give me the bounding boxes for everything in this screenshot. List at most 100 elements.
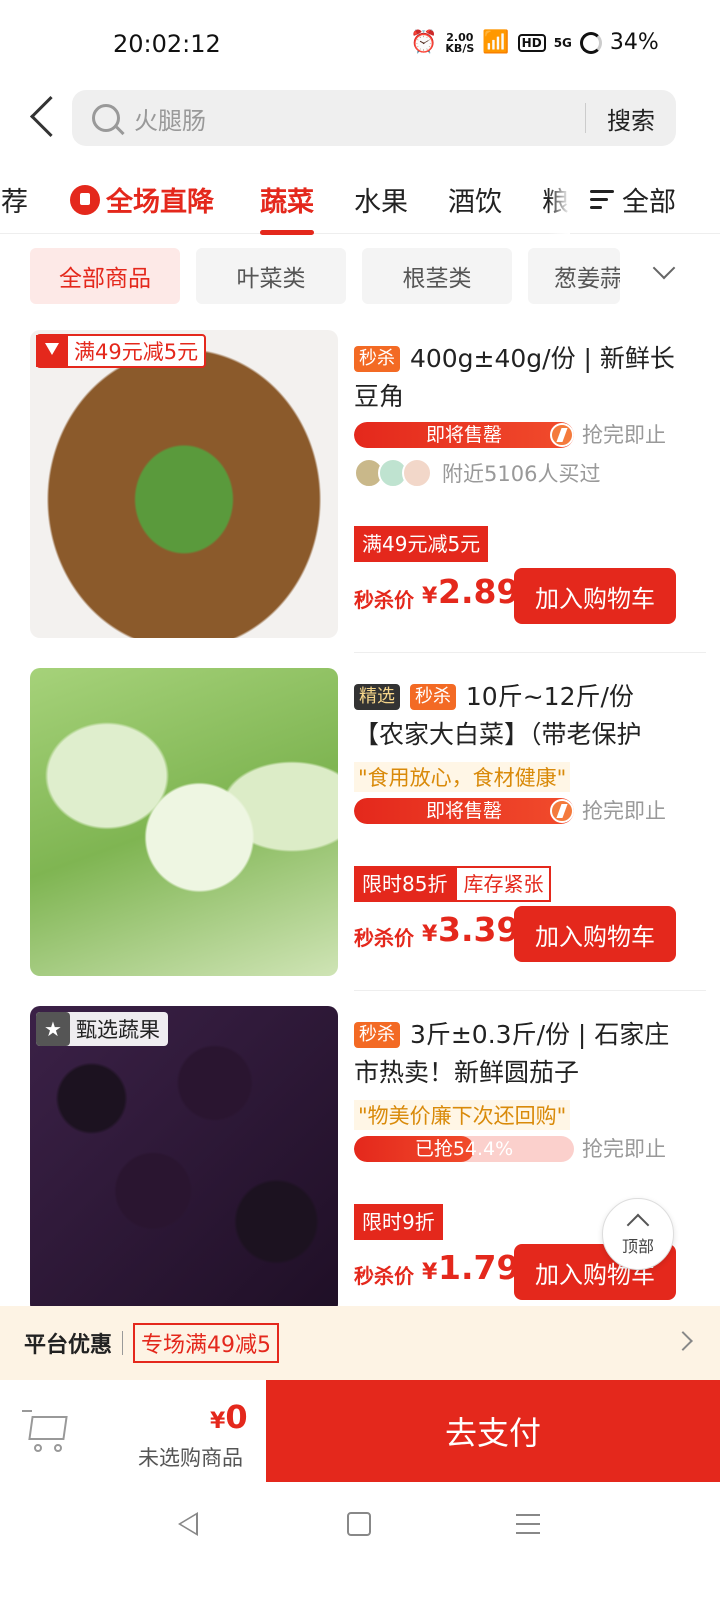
subcategory-chips: 全部商品 叶菜类 根茎类 葱姜蒜 <box>0 248 720 306</box>
wifi-icon: 📶 <box>482 30 510 55</box>
status-time: 20:02:12 <box>113 30 221 58</box>
nav-menu-icon[interactable] <box>516 1512 540 1536</box>
stock-progress: 已抢54.4% 抢完即止 <box>354 1136 676 1162</box>
tab-recommend[interactable]: 推荐 <box>0 180 28 219</box>
seckill-badge: 秒杀 <box>409 684 456 710</box>
avatar <box>402 458 432 488</box>
product-card[interactable]: 满49元减5元 秒杀 400g±40g/份 | 新鲜长豆角 即将售罄 抢完即止 … <box>0 330 720 640</box>
recent-buyers: 附近5106人买过 <box>354 458 600 488</box>
cart-footer: ¥0 未选购商品 去支付 <box>0 1380 720 1482</box>
search-button[interactable]: 搜索 <box>586 101 676 136</box>
chip-all-products[interactable]: 全部商品 <box>30 248 180 304</box>
currency-symbol: ¥ <box>422 1260 438 1285</box>
coupon-tag: 限时9折 <box>354 1204 443 1240</box>
product-info: 秒杀 400g±40g/份 | 新鲜长豆角 即将售罄 抢完即止 附近5106人买… <box>354 340 676 624</box>
category-tabs: 推荐 全场直降 蔬菜 水果 酒饮 粮 全部 <box>0 168 720 235</box>
progress-bar: 已抢54.4% <box>354 1136 574 1162</box>
price-row: 秒杀价 ¥ 2.89 加入购物车 <box>354 568 676 626</box>
product-info: 精选 秒杀 10斤~12斤/份【农家大白菜】（带老保护 "食用放心，食材健康" … <box>354 678 676 962</box>
status-bar: 20:02:12 ⏰ 2.00 KB/S 📶 HD 5G 34% <box>0 0 720 88</box>
product-slogan: "食用放心，食材健康" <box>354 758 571 792</box>
platform-coupon: 专场满49减5 <box>133 1323 280 1363</box>
product-title[interactable]: 秒杀 3斤±0.3斤/份 | 石家庄市热卖！新鲜圆茄子 <box>354 1016 676 1092</box>
divider <box>122 1331 124 1355</box>
coupon-row: 限时85折 库存紧张 <box>354 866 552 902</box>
pay-button[interactable]: 去支付 <box>266 1380 720 1482</box>
chevron-right-icon <box>673 1331 693 1351</box>
progress-hint: 抢完即止 <box>582 799 666 823</box>
cart-total: ¥0 <box>210 1398 248 1436</box>
battery-icon <box>579 31 602 54</box>
product-title[interactable]: 秒杀 400g±40g/份 | 新鲜长豆角 <box>354 340 676 416</box>
search-bar[interactable]: 火腿肠 搜索 <box>72 90 676 146</box>
price-label: 秒杀价 <box>354 1264 414 1288</box>
search-input[interactable]: 火腿肠 <box>134 101 585 136</box>
progress-hint: 抢完即止 <box>582 1137 666 1161</box>
star-icon: ★ <box>36 1012 70 1046</box>
system-nav-bar <box>0 1482 720 1600</box>
tab-fruit[interactable]: 水果 <box>354 180 408 219</box>
price-drop-icon <box>70 184 100 215</box>
down-arrow-icon <box>36 335 68 367</box>
network-speed: 2.00 KB/S <box>445 30 475 55</box>
back-button[interactable] <box>24 96 64 140</box>
price-row: 秒杀价 ¥ 3.39 加入购物车 <box>354 906 676 964</box>
currency-symbol: ¥ <box>422 584 438 609</box>
image-select-tag: ★ 甄选蔬果 <box>36 1012 168 1046</box>
product-price: 2.89 <box>438 572 520 611</box>
currency-symbol: ¥ <box>422 922 438 947</box>
alarm-icon: ⏰ <box>410 30 438 55</box>
chevron-down-icon[interactable] <box>652 260 676 284</box>
progress-bar: 即将售罄 <box>354 798 574 824</box>
progress-hint: 抢完即止 <box>582 423 666 447</box>
product-price: 3.39 <box>438 910 520 949</box>
coupon-tag: 限时85折 <box>354 866 456 902</box>
product-card[interactable]: ★ 甄选蔬果 秒杀 3斤±0.3斤/份 | 石家庄市热卖！新鲜圆茄子 "物美价廉… <box>0 1006 720 1314</box>
platform-discount-bar[interactable]: 平台优惠 专场满49减5 <box>0 1306 720 1380</box>
image-coupon-tag: 满49元减5元 <box>36 334 207 368</box>
price-label: 秒杀价 <box>354 588 414 612</box>
nav-home-icon[interactable] <box>347 1512 371 1536</box>
stock-progress: 即将售罄 抢完即止 <box>354 798 676 824</box>
battery-level: 34% <box>609 30 659 55</box>
platform-discount-title: 平台优惠 <box>24 1333 113 1358</box>
hd-icon: HD <box>517 33 546 52</box>
product-title[interactable]: 精选 秒杀 10斤~12斤/份【农家大白菜】（带老保护 <box>354 678 676 754</box>
choice-badge: 精选 <box>354 684 400 710</box>
seckill-badge: 秒杀 <box>354 1022 400 1048</box>
product-image[interactable] <box>30 330 338 638</box>
nav-back-icon[interactable] <box>178 1512 198 1536</box>
add-to-cart-button[interactable]: 加入购物车 <box>514 568 676 624</box>
back-to-top-button[interactable]: 顶部 <box>602 1198 674 1270</box>
product-image[interactable] <box>30 1006 338 1314</box>
cart-status: 未选购商品 <box>138 1446 243 1470</box>
product-info: 秒杀 3斤±0.3斤/份 | 石家庄市热卖！新鲜圆茄子 "物美价廉下次还回购" … <box>354 1016 676 1300</box>
chip-scallion-ginger-garlic[interactable]: 葱姜蒜 <box>528 248 620 304</box>
product-image[interactable] <box>30 668 338 976</box>
cart-icon[interactable] <box>22 1410 70 1454</box>
coupon-row: 满49元减5元 <box>354 526 489 562</box>
menu-icon <box>590 189 614 210</box>
tabs-fade <box>548 168 570 234</box>
seckill-badge: 秒杀 <box>354 346 400 372</box>
chip-root[interactable]: 根茎类 <box>362 248 512 304</box>
product-slogan: "物美价廉下次还回购" <box>354 1096 571 1130</box>
tab-price-drop[interactable]: 全场直降 <box>70 180 214 219</box>
product-card[interactable]: 精选 秒杀 10斤~12斤/份【农家大白菜】（带老保护 "食用放心，食材健康" … <box>0 668 720 978</box>
all-categories-button[interactable]: 全部 <box>590 180 676 219</box>
stock-tag: 库存紧张 <box>455 866 552 902</box>
coupon-tag: 满49元减5元 <box>354 526 489 562</box>
progress-bar: 即将售罄 <box>354 422 574 448</box>
product-price: 1.79 <box>438 1248 520 1287</box>
add-to-cart-button[interactable]: 加入购物车 <box>514 906 676 962</box>
coupon-row: 限时9折 <box>354 1204 443 1240</box>
search-icon <box>92 104 120 132</box>
lightning-icon <box>550 423 574 447</box>
chip-leafy[interactable]: 叶菜类 <box>196 248 346 304</box>
stock-progress: 即将售罄 抢完即止 <box>354 422 676 448</box>
price-label: 秒杀价 <box>354 926 414 950</box>
card-divider <box>354 990 706 991</box>
tab-drinks[interactable]: 酒饮 <box>448 180 502 219</box>
tab-vegetables[interactable]: 蔬菜 <box>260 180 314 235</box>
status-icons: ⏰ 2.00 KB/S 📶 HD 5G 34% <box>410 30 659 55</box>
